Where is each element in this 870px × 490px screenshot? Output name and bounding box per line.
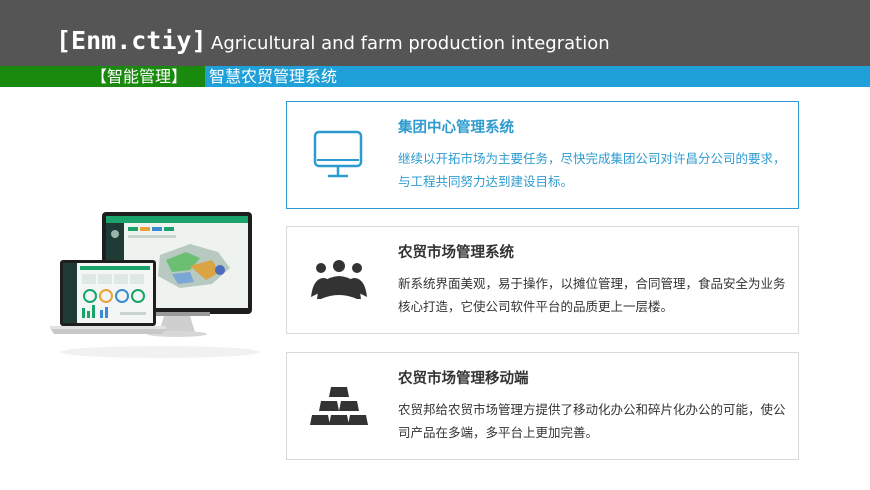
card-title: 农贸市场管理移动端 xyxy=(398,371,529,387)
users-group-icon xyxy=(311,260,367,299)
header-subtitle: Agricultural and farm production integra… xyxy=(211,33,610,54)
card-description: 新系统界面美观，易于操作，以摊位管理，合同管理，食品安全为业务核心打造，它使公司… xyxy=(398,276,786,314)
devices-illustration xyxy=(50,212,260,358)
card-market-management[interactable]: 农贸市场管理系统 新系统界面美观，易于操作，以摊位管理，合同管理，食品安全为业务… xyxy=(286,226,799,334)
brand-title: [Enm.ctiy] xyxy=(56,26,207,55)
card-title: 集团中心管理系统 xyxy=(398,120,514,136)
monitor-icon xyxy=(313,130,363,178)
card-description: 继续以开拓市场为主要任务，尽快完成集团公司对许昌分公司的要求，与工程共同努力达到… xyxy=(398,151,786,189)
card-group-center[interactable]: 集团中心管理系统 继续以开拓市场为主要任务，尽快完成集团公司对许昌分公司的要求，… xyxy=(286,101,799,209)
section-title: 智慧农贸管理系统 xyxy=(209,67,338,86)
card-description: 农贸邦给农贸市场管理方提供了移动化办公和碎片化办公的可能，使公司产品在多端，多平… xyxy=(398,402,786,440)
laptop-device xyxy=(50,260,166,334)
card-title: 农贸市场管理系统 xyxy=(398,245,514,261)
header-bar: [Enm.ctiy] Agricultural and farm product… xyxy=(0,0,870,66)
card-mobile-app[interactable]: 农贸市场管理移动端 农贸邦给农贸市场管理方提供了移动化办公和碎片化办公的可能，使… xyxy=(286,352,799,460)
section-band: 【智能管理】 智慧农贸管理系统 xyxy=(0,66,870,87)
stacked-bars-icon xyxy=(310,387,368,425)
section-tag: 【智能管理】 xyxy=(91,67,188,86)
